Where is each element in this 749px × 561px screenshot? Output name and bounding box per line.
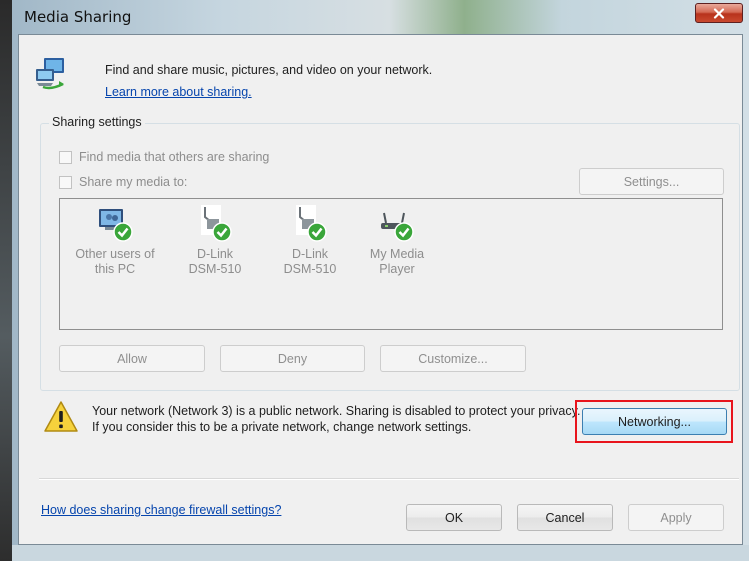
close-button[interactable] [695, 3, 743, 23]
computer-users-icon [99, 209, 133, 242]
firewall-settings-link[interactable]: How does sharing change firewall setting… [41, 503, 281, 517]
cancel-button[interactable]: Cancel [517, 504, 613, 531]
footer-separator [39, 478, 739, 480]
header-description: Find and share music, pictures, and vide… [105, 63, 433, 77]
ok-button[interactable]: OK [406, 504, 502, 531]
window-bottom-frame [12, 545, 749, 561]
share-media-option[interactable]: Share my media to: [59, 174, 187, 190]
device-label: My Media Player [369, 247, 425, 276]
find-media-checkbox[interactable] [59, 150, 72, 164]
device-item[interactable]: D-Link DSM-510 [265, 203, 355, 277]
apply-button[interactable]: Apply [628, 504, 724, 531]
media-device-icon [296, 205, 327, 242]
device-item[interactable]: Other users of this PC [70, 203, 160, 277]
dialog-body: Find and share music, pictures, and vide… [18, 34, 743, 545]
sharing-settings-label: Sharing settings [49, 115, 145, 129]
media-sharing-icon [36, 58, 64, 90]
allow-button[interactable]: Allow [59, 345, 205, 372]
media-device-icon [201, 205, 232, 242]
settings-button[interactable]: Settings... [579, 168, 724, 195]
find-media-label: Find media that others are sharing [79, 150, 270, 164]
share-media-label: Share my media to: [79, 175, 188, 189]
warning-message: Your network (Network 3) is a public net… [92, 404, 581, 434]
device-label: Other users of this PC [75, 247, 155, 276]
warning-icon [44, 401, 78, 432]
learn-more-link[interactable]: Learn more about sharing. [105, 85, 252, 99]
find-media-option[interactable]: Find media that others are sharing [59, 149, 269, 165]
device-item[interactable]: D-Link DSM-510 [170, 203, 260, 277]
device-label: D-Link DSM-510 [188, 247, 242, 276]
deny-button[interactable]: Deny [220, 345, 365, 372]
networking-button[interactable]: Networking... [582, 408, 727, 435]
device-list[interactable]: Other users of this PC D-Link DSM-510 D-… [59, 198, 723, 330]
share-media-checkbox[interactable] [59, 175, 72, 189]
background-strip [0, 0, 12, 561]
title-bar[interactable]: Media Sharing [12, 0, 749, 34]
device-label: D-Link DSM-510 [283, 247, 337, 276]
close-icon [713, 7, 725, 19]
window-title: Media Sharing [24, 8, 132, 26]
customize-button[interactable]: Customize... [380, 345, 526, 372]
window-frame: Media Sharing Find and share music, pict… [0, 0, 749, 561]
router-icon [381, 212, 414, 242]
device-item[interactable]: My Media Player [352, 203, 442, 277]
